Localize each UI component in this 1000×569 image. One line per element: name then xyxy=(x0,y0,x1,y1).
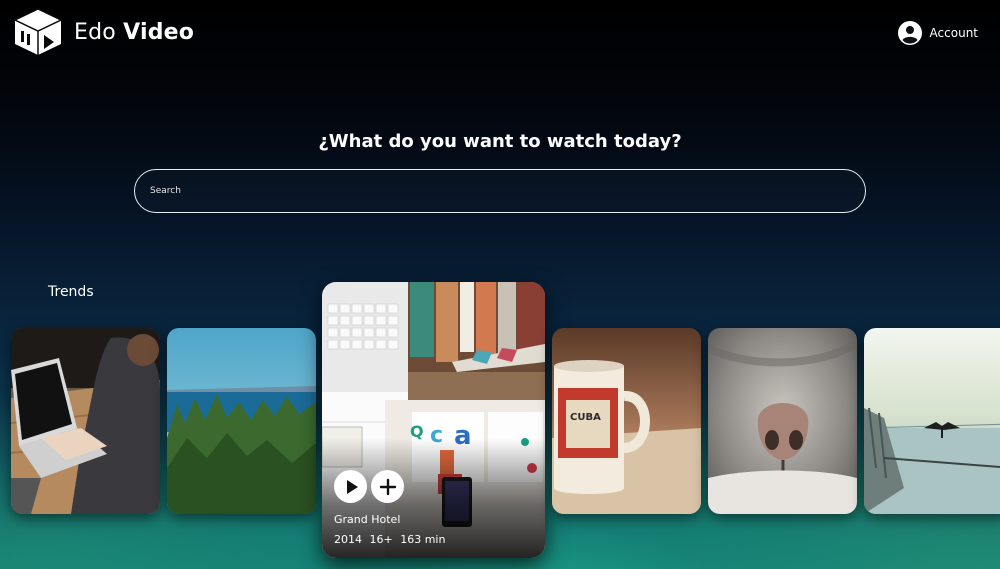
svg-text:CUBA: CUBA xyxy=(570,412,601,423)
trend-card-6[interactable] xyxy=(864,328,1000,514)
plus-icon xyxy=(379,478,396,495)
play-icon xyxy=(346,479,358,494)
featured-trend-card[interactable]: Q c a Grand Hotel 2014 16+ 163 min xyxy=(322,282,545,558)
card-controls xyxy=(334,470,404,503)
section-title-trends: Trends xyxy=(48,284,94,300)
account-button[interactable]: Account xyxy=(897,21,978,45)
card-duration: 163 min xyxy=(400,533,446,546)
thumbnail-forest xyxy=(167,328,316,514)
thumbnail-lake xyxy=(864,328,1000,514)
thumbnail-mug: CUBA xyxy=(552,328,701,514)
account-label: Account xyxy=(929,26,978,40)
search-input[interactable] xyxy=(135,170,865,212)
app-name-regular: Edo xyxy=(74,19,116,45)
user-circle-icon xyxy=(897,21,922,45)
trend-card-1[interactable] xyxy=(11,328,160,514)
card-title: Grand Hotel xyxy=(334,513,401,526)
add-to-list-button[interactable] xyxy=(371,470,404,503)
thumbnail-laptop xyxy=(11,328,160,514)
page-headline: ¿What do you want to watch today? xyxy=(318,131,682,152)
trend-card-2[interactable] xyxy=(167,328,316,514)
app-name: Edo Video xyxy=(74,20,194,45)
trend-card-5[interactable] xyxy=(708,328,857,514)
card-meta: 2014 16+ 163 min xyxy=(334,533,445,546)
trend-card-4[interactable]: CUBA xyxy=(552,328,701,514)
card-rating: 16+ xyxy=(369,533,393,546)
cube-play-icon xyxy=(13,8,63,55)
thumbnail-cat xyxy=(708,328,857,514)
card-year: 2014 xyxy=(334,533,362,546)
search-bar[interactable] xyxy=(134,169,866,213)
play-button[interactable] xyxy=(334,470,367,503)
app-name-bold: Video xyxy=(123,19,195,45)
app-logo[interactable]: Edo Video xyxy=(12,7,194,57)
